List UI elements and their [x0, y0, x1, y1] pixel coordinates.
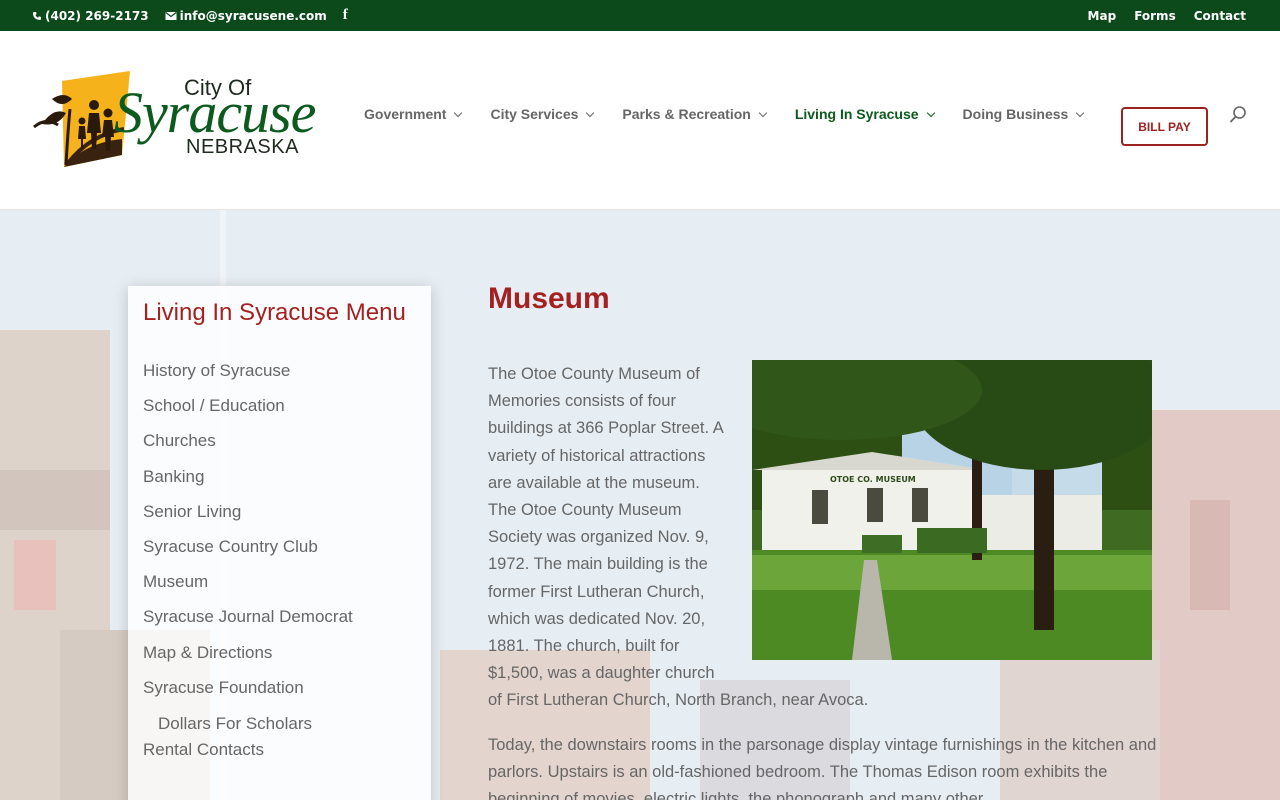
top-link-contact[interactable]: Contact: [1194, 9, 1246, 23]
nav-doing-business-label: Doing Business: [962, 106, 1069, 122]
nav-parks-recreation[interactable]: Parks & Recreation: [622, 106, 768, 122]
search-icon[interactable]: [1228, 105, 1248, 125]
sidebar-title: Living In Syracuse Menu: [143, 299, 406, 326]
museum-photo: OTOE CO. MUSEUM: [752, 360, 1152, 660]
sidebar-item-senior-living[interactable]: Senior Living: [143, 500, 353, 535]
chevron-down-icon: [926, 108, 935, 117]
sidebar-subitem-dollars-for-scholars[interactable]: Dollars For Scholars: [158, 714, 312, 734]
top-link-forms[interactable]: Forms: [1134, 9, 1176, 23]
logo-nebraska: NEBRASKA: [186, 136, 299, 158]
nav-living-in-syracuse-label: Living In Syracuse: [794, 106, 919, 122]
page-title: Museum: [488, 282, 610, 315]
chevron-down-icon: [758, 108, 768, 117]
chevron-down-icon: [454, 108, 463, 117]
nav-government[interactable]: Government: [364, 106, 463, 122]
sidebar-list: History of Syracuse School / Education C…: [143, 359, 353, 773]
envelope-icon: [165, 11, 177, 20]
sidebar-item-churches[interactable]: Churches: [143, 429, 353, 464]
main-nav: Government City Services Parks & Recreat…: [364, 106, 1085, 122]
phone-contact[interactable]: (402) 269-2173: [32, 9, 149, 23]
sidebar-item-banking[interactable]: Banking: [143, 465, 353, 500]
paragraph-parsonage: Today, the downstairs rooms in the parso…: [488, 735, 1157, 800]
museum-sign: OTOE CO. MUSEUM: [830, 475, 916, 484]
phone-icon: [33, 11, 41, 20]
sidebar-item-museum[interactable]: Museum: [143, 570, 353, 605]
article-body: OTOE CO. MUSEUM The Otoe County Museum o…: [488, 360, 1168, 800]
sidebar-item-country-club[interactable]: Syracuse Country Club: [143, 535, 353, 570]
sidebar-item-foundation[interactable]: Syracuse Foundation: [143, 676, 353, 703]
sidebar-item-map-directions[interactable]: Map & Directions: [143, 641, 353, 676]
nav-government-label: Government: [364, 106, 447, 122]
top-link-map[interactable]: Map: [1088, 9, 1117, 23]
nav-doing-business[interactable]: Doing Business: [962, 106, 1085, 122]
phone-number: (402) 269-2173: [45, 8, 149, 23]
facebook-icon[interactable]: f: [343, 7, 348, 24]
sidebar-item-school[interactable]: School / Education: [143, 394, 353, 429]
site-header: City Of Syracuse NEBRASKA Government Cit…: [0, 31, 1280, 210]
sidebar-item-history[interactable]: History of Syracuse: [143, 359, 353, 394]
chevron-down-icon: [586, 108, 595, 117]
email-contact[interactable]: info@syracusene.com: [165, 9, 327, 23]
nav-living-in-syracuse[interactable]: Living In Syracuse: [794, 106, 935, 122]
sidebar-item-journal-democrat[interactable]: Syracuse Journal Democrat: [143, 605, 353, 640]
nav-parks-recreation-label: Parks & Recreation: [622, 106, 751, 122]
site-logo[interactable]: City Of Syracuse NEBRASKA: [32, 69, 328, 174]
nav-city-services-label: City Services: [490, 106, 579, 122]
sidebar-menu: Living In Syracuse Menu History of Syrac…: [128, 286, 431, 800]
bill-pay-button[interactable]: BILL PAY: [1121, 107, 1208, 146]
chevron-down-icon: [1076, 108, 1085, 117]
sidebar-item-rental-contacts[interactable]: Rental Contacts: [143, 738, 353, 773]
top-bar: (402) 269-2173 info@syracusene.com f Map…: [0, 0, 1280, 31]
nav-city-services[interactable]: City Services: [490, 106, 595, 122]
main-content-area: Living In Syracuse Menu History of Syrac…: [0, 210, 1280, 800]
email-address: info@syracusene.com: [179, 8, 327, 23]
